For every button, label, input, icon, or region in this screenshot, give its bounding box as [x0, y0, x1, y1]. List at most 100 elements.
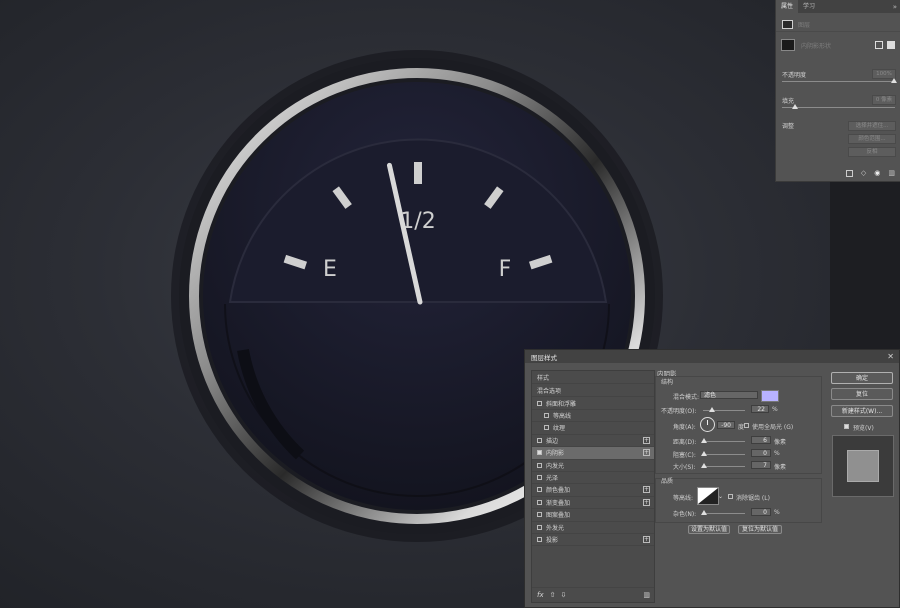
- angle-dial[interactable]: [700, 417, 715, 432]
- noise-label: 杂色(N):: [673, 511, 697, 518]
- ok-button[interactable]: 确定: [831, 372, 893, 384]
- move-down-icon[interactable]: ⇩: [560, 591, 566, 599]
- style-item-label: 投影: [546, 536, 559, 544]
- shadow-color-swatch[interactable]: [761, 390, 779, 402]
- size-slider-track[interactable]: [703, 466, 745, 467]
- opacity-slider-track[interactable]: [782, 81, 895, 82]
- style-item[interactable]: 图案叠加: [532, 509, 654, 522]
- style-item[interactable]: 渐变叠加 +: [532, 496, 654, 510]
- angle-input[interactable]: -90: [717, 421, 735, 429]
- noise-slider-knob[interactable]: [701, 510, 707, 515]
- opacity-slider-knob[interactable]: [709, 407, 716, 412]
- size-input[interactable]: 7: [751, 461, 771, 469]
- tab-properties[interactable]: 属性: [776, 0, 799, 13]
- distance-slider-knob[interactable]: [701, 438, 707, 443]
- add-effect-icon[interactable]: +: [643, 535, 650, 543]
- styles-header[interactable]: 样式: [532, 371, 654, 384]
- visibility-icon[interactable]: ◉: [874, 169, 880, 177]
- new-style-button[interactable]: 新建样式(W)...: [831, 405, 893, 417]
- color-range-button[interactable]: 颜色范围...: [848, 134, 896, 144]
- style-item[interactable]: 外发光: [532, 521, 654, 534]
- style-item[interactable]: 内发光: [532, 459, 654, 472]
- collapse-panel-icon[interactable]: »: [893, 3, 900, 11]
- style-item-label: 等高线: [553, 412, 572, 420]
- noise-unit: %: [774, 509, 780, 516]
- angle-label: 角度(A):: [673, 424, 696, 431]
- opacity-label: 不透明度(O):: [661, 408, 697, 415]
- tab-learn[interactable]: 学习: [798, 0, 820, 13]
- style-checkbox[interactable]: [537, 499, 542, 505]
- style-item-label: 描边: [546, 437, 559, 445]
- style-checkbox[interactable]: [537, 474, 542, 480]
- size-slider-knob[interactable]: [701, 463, 707, 468]
- styles-header-label: 样式: [537, 374, 550, 382]
- blend-options-item[interactable]: 混合选项: [532, 384, 654, 397]
- style-checkbox[interactable]: [537, 400, 542, 406]
- choke-slider-track[interactable]: [703, 454, 745, 455]
- distance-slider-track[interactable]: [703, 441, 745, 442]
- style-item[interactable]: 描边 +: [532, 434, 654, 448]
- reset-button[interactable]: 复位: [831, 388, 893, 400]
- style-checkbox[interactable]: [537, 524, 542, 530]
- blend-options-label: 混合选项: [537, 387, 562, 395]
- fill-value-field[interactable]: 0 像素: [872, 95, 896, 105]
- distance-input[interactable]: 6: [751, 436, 771, 444]
- noise-slider-track[interactable]: [703, 513, 745, 514]
- style-checkbox[interactable]: [537, 536, 542, 542]
- trash-icon[interactable]: ▥: [643, 591, 650, 599]
- style-checkbox[interactable]: [537, 450, 542, 456]
- fx-icon[interactable]: fx: [537, 591, 544, 599]
- adjust-label: 调整: [782, 123, 795, 130]
- style-item[interactable]: 光泽: [532, 471, 654, 485]
- blend-mode-label: 混合模式:: [673, 394, 700, 401]
- size-label: 大小(S):: [673, 464, 696, 471]
- style-item[interactable]: 内阴影 +: [532, 446, 654, 460]
- layer-thumbnail: [781, 39, 795, 51]
- style-checkbox[interactable]: [537, 437, 542, 443]
- reset-default-button[interactable]: 复位为默认值: [738, 525, 782, 534]
- fill-slider-track[interactable]: [782, 107, 895, 108]
- properties-tabbar: 属性 学习 »: [776, 0, 900, 13]
- style-item[interactable]: 纹理: [532, 422, 654, 435]
- style-checkbox[interactable]: [544, 425, 549, 431]
- style-item[interactable]: 颜色叠加 +: [532, 484, 654, 497]
- list-footer: fx ⇧ ⇩ ▥: [532, 587, 654, 602]
- add-effect-icon[interactable]: +: [643, 449, 650, 457]
- blend-mode-select[interactable]: 滤色: [700, 391, 758, 399]
- choke-input[interactable]: 0: [751, 449, 771, 457]
- style-item[interactable]: 斜面和浮雕: [532, 397, 654, 410]
- link-icon[interactable]: [875, 41, 883, 49]
- mask-options-icon[interactable]: [887, 41, 895, 49]
- style-item[interactable]: 等高线: [532, 409, 654, 423]
- contour-dropdown-icon[interactable]: ⌄: [718, 493, 723, 500]
- contour-picker[interactable]: [697, 487, 719, 505]
- preview-checkbox[interactable]: [844, 424, 849, 429]
- select-and-mask-button[interactable]: 选择并遮住...: [848, 121, 896, 131]
- style-checkbox[interactable]: [537, 462, 542, 468]
- move-up-icon[interactable]: ⇧: [550, 591, 556, 599]
- choke-slider-knob[interactable]: [701, 451, 707, 456]
- style-checkbox[interactable]: [537, 487, 542, 493]
- layer-mask-icon: [782, 19, 793, 29]
- noise-input[interactable]: 0: [751, 508, 771, 516]
- global-light-checkbox[interactable]: [744, 423, 749, 428]
- distance-label: 距离(D):: [673, 439, 697, 446]
- add-effect-icon[interactable]: +: [643, 436, 650, 444]
- set-default-button[interactable]: 设置为默认值: [688, 525, 730, 534]
- dialog-title: 图层样式: [531, 353, 557, 362]
- style-item[interactable]: 投影 +: [532, 533, 654, 547]
- opacity-input[interactable]: 22: [751, 405, 769, 413]
- fill-slider-knob[interactable]: [792, 104, 798, 109]
- close-icon[interactable]: ✕: [887, 352, 894, 361]
- mask-load-icon[interactable]: ◇: [861, 169, 866, 177]
- style-checkbox[interactable]: [537, 512, 542, 518]
- delete-icon[interactable]: ▥: [888, 169, 895, 177]
- add-effect-icon[interactable]: +: [643, 498, 650, 506]
- selection-icon[interactable]: [845, 169, 853, 177]
- antialias-checkbox[interactable]: [728, 494, 733, 499]
- add-effect-icon[interactable]: +: [643, 486, 650, 494]
- opacity-slider-knob[interactable]: [891, 78, 897, 83]
- style-checkbox[interactable]: [544, 412, 549, 418]
- gauge-full-label: F: [499, 257, 512, 282]
- invert-button[interactable]: 反相: [848, 147, 896, 157]
